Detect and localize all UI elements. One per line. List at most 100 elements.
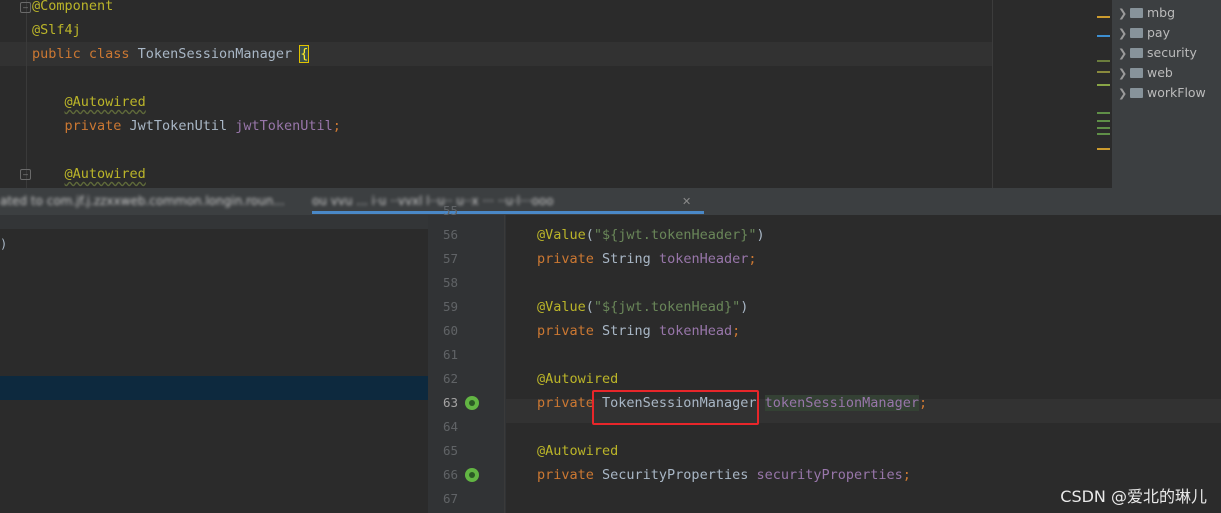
- code-token: @Autowired: [64, 166, 146, 182]
- code-line: @Slf4j: [32, 18, 81, 42]
- folder-icon: [1130, 88, 1143, 98]
- watermark: CSDN @爱北的琳儿: [1060, 487, 1207, 506]
- folder-icon: [1130, 8, 1143, 18]
- code-token: @Value: [537, 299, 586, 315]
- code-token: jwtTokenUtil: [235, 118, 333, 134]
- tree-item-mbg[interactable]: ❯ mbg: [1118, 3, 1175, 23]
- code-token: ;: [332, 118, 341, 134]
- code-token: ): [756, 227, 765, 243]
- code-token: String: [602, 323, 659, 339]
- code-token: ;: [748, 251, 757, 267]
- top-code-editor[interactable]: – – @Component @Slf4j public class TokenSe…: [0, 0, 1112, 188]
- folder-icon: [1130, 68, 1143, 78]
- tree-item-label: web: [1147, 65, 1173, 80]
- scroll-marker[interactable]: [1097, 84, 1110, 86]
- scroll-marker[interactable]: [1097, 16, 1110, 18]
- code-token: tokenHeader: [658, 251, 749, 267]
- code-line: private String tokenHeader;: [537, 247, 756, 271]
- code-line: private SecurityProperties securityPrope…: [537, 463, 911, 487]
- code-token: TokenSessionManager: [137, 46, 301, 62]
- tree-item-label: security: [1147, 45, 1197, 60]
- line-number: 56: [442, 227, 458, 242]
- code-token: SecurityProperties: [602, 467, 757, 483]
- code-token: "${jwt.tokenHeader}": [593, 227, 757, 243]
- tree-item-label: pay: [1147, 25, 1170, 40]
- chevron-right-icon[interactable]: ❯: [1118, 24, 1130, 44]
- code-token: "${jwt.tokenHead}": [593, 299, 741, 315]
- code-token: ;: [732, 323, 741, 339]
- code-token: {: [299, 45, 310, 63]
- scroll-marker[interactable]: [1097, 112, 1110, 114]
- code-token: @Component: [32, 0, 114, 14]
- spring-bean-icon[interactable]: [465, 396, 479, 410]
- code-token: @Autowired: [537, 371, 619, 387]
- scroll-marker[interactable]: [1097, 148, 1110, 150]
- code-token: @Value: [537, 227, 586, 243]
- code-line: private String tokenHead;: [537, 319, 740, 343]
- code-line: @Component: [32, 0, 113, 18]
- tree-item-pay[interactable]: ❯ pay: [1118, 23, 1170, 43]
- line-number: 65: [442, 443, 458, 458]
- folder-icon: [1130, 48, 1143, 58]
- code-token: ): [740, 299, 749, 315]
- scroll-marker[interactable]: [1097, 127, 1110, 129]
- code-token: private: [537, 467, 603, 483]
- tree-item-security[interactable]: ❯ security: [1118, 43, 1197, 63]
- bottom-code-editor[interactable]: 55 56 @Value("${jwt.tokenHeader}") 57 privat…: [428, 203, 1221, 513]
- gutter-divider: [504, 215, 505, 513]
- line-number: 67: [442, 491, 458, 506]
- scroll-marker[interactable]: [1097, 120, 1110, 122]
- line-number: 62: [442, 371, 458, 386]
- fold-icon[interactable]: –: [20, 2, 31, 13]
- highlight-box: [592, 390, 759, 425]
- line-number: 66: [442, 467, 458, 482]
- tree-item-label: workFlow: [1147, 85, 1206, 100]
- scroll-marker[interactable]: [1097, 60, 1110, 62]
- code-token: private: [64, 118, 130, 134]
- code-token: @Autowired: [64, 94, 146, 110]
- line-number: 58: [442, 275, 458, 290]
- panel-header: [0, 215, 428, 229]
- code-token: ;: [919, 395, 928, 411]
- active-tab-indicator: [312, 211, 704, 214]
- chevron-right-icon[interactable]: ❯: [1118, 4, 1130, 24]
- line-number: 57: [442, 251, 458, 266]
- scroll-marker[interactable]: [1097, 35, 1110, 37]
- code-token: tokenSessionManager: [764, 395, 920, 411]
- code-token: securityProperties: [756, 467, 903, 483]
- tree-item-label: mbg: [1147, 5, 1176, 20]
- code-token: tokenHead: [658, 323, 733, 339]
- tree-item-workflow[interactable]: ❯ workFlow: [1118, 83, 1206, 103]
- code-token: JwtTokenUtil: [129, 118, 236, 134]
- chevron-right-icon[interactable]: ❯: [1118, 64, 1130, 84]
- line-number: 59: [442, 299, 458, 314]
- folder-icon: [1130, 28, 1143, 38]
- scroll-marker[interactable]: [1097, 71, 1110, 73]
- chevron-right-icon[interactable]: ❯: [1118, 44, 1130, 64]
- scroll-marker[interactable]: [1097, 133, 1110, 135]
- code-line: @Autowired: [32, 162, 146, 186]
- fold-icon[interactable]: –: [20, 169, 31, 180]
- code-token: (: [585, 227, 594, 243]
- code-token: ;: [902, 467, 911, 483]
- spring-bean-icon[interactable]: [465, 468, 479, 482]
- right-margin-guide: [992, 0, 993, 188]
- code-line: @Autowired: [537, 367, 618, 391]
- line-number: 64: [442, 419, 458, 434]
- code-line: @Value("${jwt.tokenHead}"): [537, 295, 748, 319]
- left-panel[interactable]: ): [0, 215, 428, 513]
- code-token: (: [585, 299, 594, 315]
- code-line: public class TokenSessionManager {: [32, 42, 310, 66]
- line-number: 61: [442, 347, 458, 362]
- code-line: private JwtTokenUtil jwtTokenUtil;: [32, 114, 341, 138]
- selected-row[interactable]: [0, 376, 428, 400]
- tree-item-web[interactable]: ❯ web: [1118, 63, 1173, 83]
- code-token: @Autowired: [537, 443, 619, 459]
- code-token: private: [537, 251, 603, 267]
- line-number: 63: [442, 395, 458, 410]
- tab-left[interactable]: ated to com.jf.j.zzxxweb.common.longin.r…: [0, 188, 290, 215]
- chevron-right-icon[interactable]: ❯: [1118, 84, 1130, 104]
- indent-guide: [26, 0, 27, 188]
- code-line: @Autowired: [537, 439, 618, 463]
